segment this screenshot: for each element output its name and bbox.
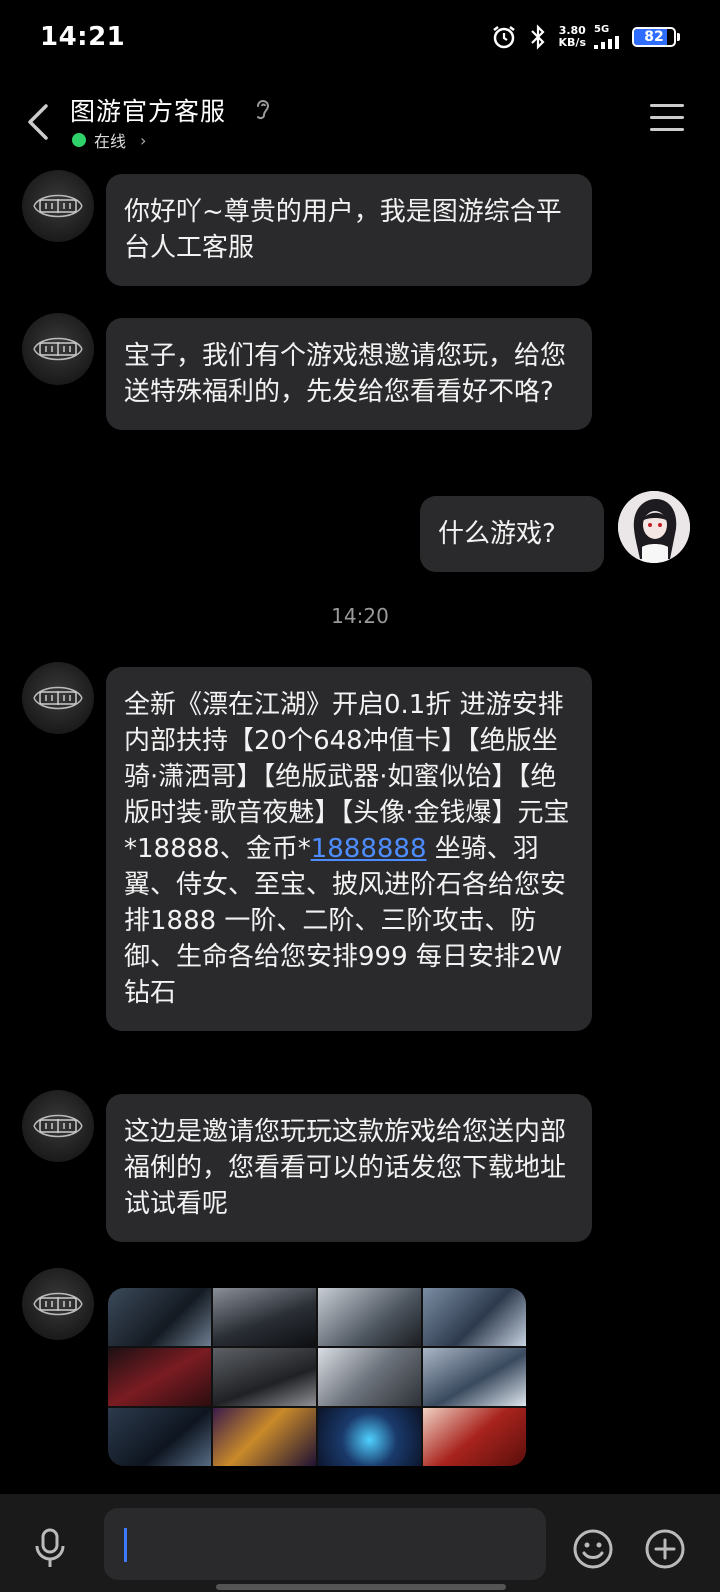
message-timestamp: 14:20 (331, 604, 389, 628)
agent-avatar[interactable] (22, 1090, 94, 1162)
menu-button[interactable] (650, 104, 684, 134)
status-icons: 3.80 KB/s 5G 82 (491, 24, 680, 50)
game-screenshot-thumb (213, 1408, 316, 1466)
agent-avatar[interactable] (22, 313, 94, 385)
agent-avatar[interactable] (22, 662, 94, 734)
agent-logo-icon (33, 194, 83, 218)
message-bubble[interactable]: 全新《漂在江湖》开启0.1折 进游安排内部扶持【20个648冲值卡】【绝版坐骑·… (106, 667, 592, 1031)
signal-icon (594, 36, 619, 49)
online-label: 在线 (94, 132, 127, 151)
image-message[interactable] (108, 1288, 526, 1466)
agent-avatar[interactable] (22, 170, 94, 242)
game-screenshot-thumb (108, 1408, 211, 1466)
ear-icon[interactable] (254, 96, 272, 122)
network-indicator: 5G (594, 25, 624, 49)
game-screenshot-thumb (423, 1348, 526, 1406)
game-screenshot-thumb (318, 1408, 421, 1466)
network-type: 5G (594, 24, 610, 35)
status-time: 14:21 (40, 22, 126, 52)
agent-logo-icon (33, 686, 83, 710)
game-screenshot-thumb (318, 1288, 421, 1346)
agent-logo-icon (33, 337, 83, 361)
online-dot-icon (72, 133, 86, 147)
microphone-icon (35, 1528, 65, 1567)
back-button[interactable] (22, 100, 58, 144)
more-button[interactable] (644, 1528, 686, 1570)
emoji-icon (573, 1529, 613, 1569)
user-avatar[interactable] (618, 491, 690, 563)
message-bubble[interactable]: 这边是邀请您玩玩这款旂戏给您送内部福俐的，您看看可以的话发您下载地址试试看呢 (106, 1094, 592, 1242)
bluetooth-icon (525, 24, 551, 50)
game-screenshot-thumb (108, 1348, 211, 1406)
user-message-bubble[interactable]: 什么游戏? (420, 496, 604, 572)
game-screenshot-thumb (423, 1288, 526, 1346)
home-indicator[interactable] (216, 1584, 506, 1590)
battery-level: 82 (644, 29, 664, 45)
online-status[interactable]: 在线 › (72, 128, 146, 152)
message-bubble[interactable]: 你好吖~尊贵的用户，我是图游综合平台人工客服 (106, 174, 592, 286)
net-speed-unit: KB/s (558, 36, 586, 49)
agent-avatar[interactable] (22, 1268, 94, 1340)
agent-logo-icon (33, 1292, 83, 1316)
message-bubble[interactable]: 宝子，我们有个游戏想邀请您玩，给您送特殊福利的，先发给您看看好不咯? (106, 318, 592, 430)
text-caret (124, 1528, 127, 1562)
game-screenshot-thumb (108, 1288, 211, 1346)
menu-icon (650, 104, 684, 107)
back-arrow-icon (28, 104, 48, 140)
chevron-right-icon: › (140, 130, 147, 150)
alarm-icon (491, 24, 517, 50)
net-speed: 3.80 KB/s (559, 25, 586, 49)
chat-title: 图游官方客服 (70, 97, 227, 126)
game-screenshot-thumb (213, 1288, 316, 1346)
game-screenshot-thumb (423, 1408, 526, 1466)
game-screenshot-thumb (213, 1348, 316, 1406)
voice-button[interactable] (30, 1526, 70, 1570)
game-screenshot-thumb (318, 1348, 421, 1406)
user-avatar-image (618, 491, 690, 563)
plus-icon (645, 1529, 685, 1569)
agent-logo-icon (33, 1114, 83, 1138)
emoji-button[interactable] (572, 1528, 614, 1570)
battery-icon: 82 (632, 27, 680, 47)
number-link[interactable]: 1888888 (311, 834, 427, 864)
message-input[interactable] (104, 1508, 546, 1580)
